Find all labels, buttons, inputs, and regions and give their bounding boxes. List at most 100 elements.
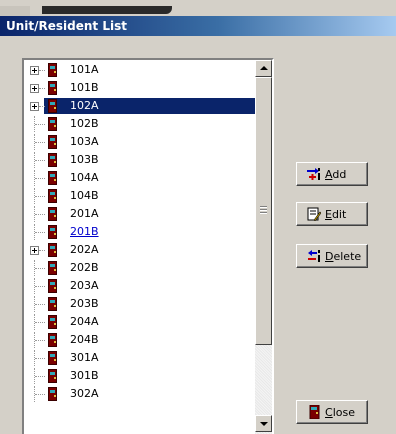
tree-item[interactable]: 103A <box>24 134 256 150</box>
tree-item-label: 102B <box>70 117 99 130</box>
tree-item-label: 103A <box>70 135 99 148</box>
tree-item[interactable]: 302A <box>24 386 256 402</box>
tree-item[interactable]: 204B <box>24 332 256 348</box>
edit-icon <box>307 207 321 221</box>
edit-button[interactable]: Edit <box>296 202 368 226</box>
door-icon <box>48 279 57 293</box>
tree-item[interactable]: 102B <box>24 116 256 132</box>
door-icon <box>48 243 57 257</box>
tree-connector <box>35 160 45 161</box>
add-button[interactable]: Add <box>296 162 368 186</box>
tree-connector <box>39 88 45 89</box>
tree-connector <box>35 394 45 395</box>
dialog-body: 101A 101B 102A 102B 103A 103B 104A 104B 201A 201B… <box>0 36 396 434</box>
tree-item-label: 201A <box>70 207 99 220</box>
tree-item[interactable]: 204A <box>24 314 256 330</box>
tree-item-label: 301B <box>70 369 99 382</box>
tree-item[interactable]: 203B <box>24 296 256 312</box>
tree-item[interactable]: 103B <box>24 152 256 168</box>
edit-label: Edit <box>325 208 347 221</box>
tree-item[interactable]: 201B <box>24 224 256 240</box>
window-top-strip <box>0 0 396 16</box>
scroll-up-button[interactable] <box>255 60 272 77</box>
tree-item-label: 101B <box>70 81 99 94</box>
tree-item-label: 204B <box>70 333 99 346</box>
close-button[interactable]: Close <box>296 400 368 424</box>
door-icon <box>48 135 57 149</box>
tree-connector <box>35 124 45 125</box>
door-icon <box>48 225 57 239</box>
tree-item-label: 104A <box>70 171 99 184</box>
tree-connector <box>35 376 45 377</box>
add-label: Add <box>325 168 347 181</box>
expand-plus-icon[interactable] <box>30 102 39 111</box>
delete-button[interactable]: Delete <box>296 244 368 268</box>
door-icon <box>309 405 320 419</box>
tree-connector <box>35 340 45 341</box>
tree-connector <box>35 286 45 287</box>
tree-item-label: 202A <box>70 243 99 256</box>
arrow-down-icon <box>260 422 268 426</box>
tree-item[interactable]: 203A <box>24 278 256 294</box>
tree-item[interactable]: 202B <box>24 260 256 276</box>
door-icon <box>48 117 57 131</box>
door-icon <box>48 207 57 221</box>
window-title: Unit/Resident List <box>6 19 127 33</box>
top-tab-fragment <box>0 6 30 16</box>
tree-item[interactable]: 301B <box>24 368 256 384</box>
tree-connector <box>35 178 45 179</box>
door-icon <box>48 63 57 77</box>
expand-plus-icon[interactable] <box>30 66 39 75</box>
door-icon <box>48 81 57 95</box>
tree-connector <box>35 322 45 323</box>
top-dark-bar <box>42 6 172 14</box>
tree-item[interactable]: 202A <box>24 242 256 258</box>
door-icon <box>48 189 57 203</box>
door-icon <box>48 171 57 185</box>
door-icon <box>48 315 57 329</box>
tree-connector <box>39 250 45 251</box>
add-icon <box>307 168 320 180</box>
expand-plus-icon[interactable] <box>30 84 39 93</box>
door-icon <box>48 333 57 347</box>
vertical-scrollbar[interactable] <box>255 60 272 434</box>
tree-item-label: 102A <box>68 99 101 113</box>
tree-item[interactable]: 104A <box>24 170 256 186</box>
unit-tree-view[interactable]: 101A 101B 102A 102B 103A 103B 104A 104B 201A 201B… <box>22 58 274 434</box>
tree-item-label: 103B <box>70 153 99 166</box>
tree-connector <box>35 268 45 269</box>
tree-item[interactable]: 101A <box>24 62 256 78</box>
close-label: Close <box>325 406 355 419</box>
tree-item-label: 203A <box>70 279 99 292</box>
window-title-bar: Unit/Resident List <box>0 16 396 36</box>
tree-connector <box>35 304 45 305</box>
tree-connector <box>35 358 45 359</box>
tree-connector <box>35 232 45 233</box>
arrow-up-icon <box>260 66 268 70</box>
door-icon <box>48 261 57 275</box>
expand-plus-icon[interactable] <box>30 246 39 255</box>
scroll-down-button[interactable] <box>255 415 272 432</box>
tree-item-label: 204A <box>70 315 99 328</box>
tree-item-label: 104B <box>70 189 99 202</box>
tree-item[interactable]: 102A <box>24 98 258 114</box>
door-icon <box>48 99 57 113</box>
tree-connector <box>35 142 45 143</box>
tree-item-label: 301A <box>70 351 99 364</box>
door-icon <box>48 387 57 401</box>
tree-item[interactable]: 101B <box>24 80 256 96</box>
door-icon <box>48 351 57 365</box>
tree-connector <box>35 214 45 215</box>
tree-item-label: 203B <box>70 297 99 310</box>
scroll-thumb[interactable] <box>255 77 272 345</box>
tree-item-label: 101A <box>70 63 99 76</box>
tree-item[interactable]: 201A <box>24 206 256 222</box>
tree-item-label: 202B <box>70 261 99 274</box>
door-icon <box>48 369 57 383</box>
tree-item-label: 201B <box>70 225 99 238</box>
tree-item[interactable]: 104B <box>24 188 256 204</box>
tree-item[interactable]: 301A <box>24 350 256 366</box>
tree-connector <box>35 196 45 197</box>
tree-item-label: 302A <box>70 387 99 400</box>
delete-label: Delete <box>325 250 362 263</box>
